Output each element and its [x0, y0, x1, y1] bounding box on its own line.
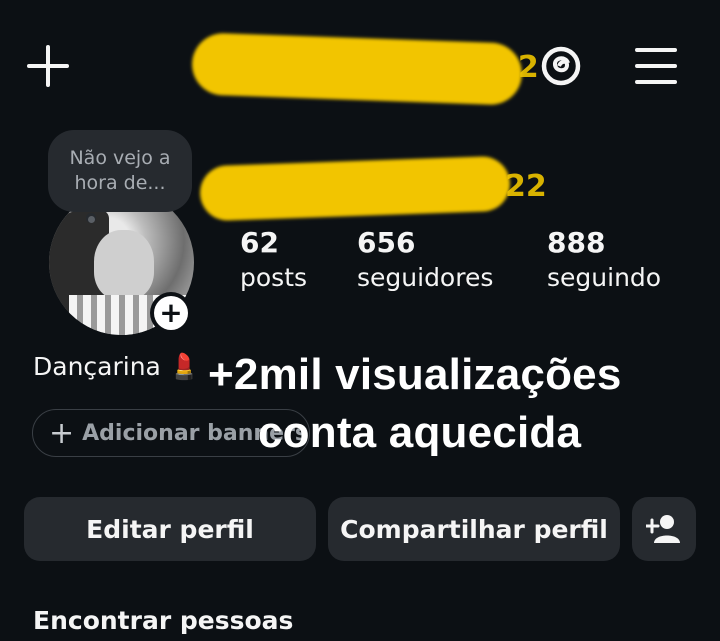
display-name: taiane22oliveira22 [199, 155, 547, 222]
menu-button[interactable] [630, 40, 682, 92]
overlay-text-views: +2mil visualizações [208, 350, 622, 399]
stat-label: seguidores [357, 263, 494, 292]
stat-value: 62 [240, 226, 279, 259]
threads-icon [541, 46, 581, 86]
hamburger-menu-icon [635, 48, 677, 84]
redaction-scribble [191, 32, 523, 106]
stat-label: posts [240, 263, 308, 292]
add-person-icon [646, 515, 680, 543]
find-people-title: Encontrar pessoas [33, 606, 294, 635]
stat-value: 656 [357, 226, 416, 259]
stat-followers[interactable]: 656 seguidores [357, 226, 493, 292]
plus-icon: + [154, 296, 188, 330]
stat-posts[interactable]: 62 posts [240, 226, 307, 292]
bio-text: Dançarina 💄 [33, 352, 200, 381]
stat-value: 888 [547, 226, 606, 259]
share-profile-label: Compartilhar perfil [340, 514, 608, 544]
redaction-scribble [199, 155, 511, 222]
edit-profile-button[interactable]: Editar perfil [24, 497, 316, 561]
note-text: Não vejo a hora de... [69, 147, 171, 194]
stat-label: seguindo [547, 263, 662, 292]
create-button[interactable] [22, 40, 74, 92]
discover-people-button[interactable] [632, 497, 696, 561]
threads-button[interactable] [535, 40, 587, 92]
plus-icon [27, 45, 69, 87]
plus-icon: + [49, 415, 75, 451]
overlay-text-account: conta aquecida [258, 408, 582, 457]
share-profile-button[interactable]: Compartilhar perfil [328, 497, 620, 561]
note-bubble[interactable]: Não vejo a hora de... [48, 130, 192, 212]
add-story-button[interactable]: + [150, 292, 192, 334]
username-switcher[interactable]: taiane22oliveira22 [191, 30, 539, 106]
stat-following[interactable]: 888 seguindo [547, 226, 661, 292]
note-tail-small [88, 216, 95, 223]
edit-profile-label: Editar perfil [86, 514, 254, 544]
